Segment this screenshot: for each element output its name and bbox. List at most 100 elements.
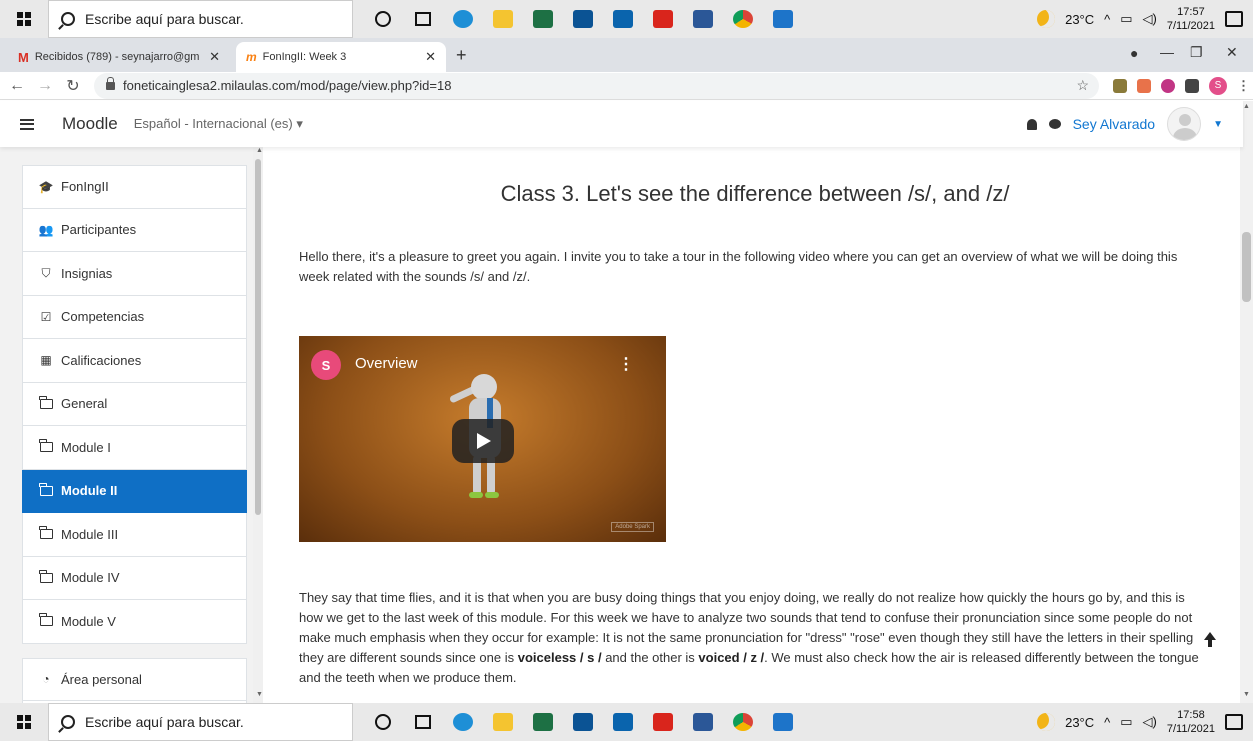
browser-tab-gmail[interactable]: M Recibidos (789) - seynajarro@gm ✕ [8, 42, 230, 72]
drawer-item-label: Module IV [61, 570, 120, 586]
video-title[interactable]: Overview [355, 355, 418, 372]
drawer-item-label: Área personal [61, 671, 142, 687]
drawer-item-general[interactable]: General [22, 382, 247, 426]
extension-owl-icon[interactable] [1113, 78, 1127, 93]
taskbar-search-box[interactable]: Escribe aquí para buscar. [48, 0, 353, 38]
battery-icon[interactable]: ▭ [1120, 11, 1132, 27]
drawer-scroll-thumb[interactable] [255, 159, 261, 515]
drawer-item-course[interactable]: 🎓 FonIngII [22, 165, 247, 209]
drawer-item-dashboard[interactable]: ◔ Área personal [22, 657, 247, 701]
hamburger-menu-icon[interactable] [20, 118, 34, 130]
drawer-item-label: Module V [61, 613, 116, 629]
word-taskbar-button[interactable] [683, 0, 723, 38]
page-scrollbar[interactable]: ▲ ▼ [1240, 101, 1253, 703]
mail-taskbar-button[interactable] [603, 703, 643, 741]
restore-window-button[interactable]: ❐ [1190, 44, 1203, 61]
word-taskbar-button[interactable] [683, 703, 723, 741]
cortana-button[interactable] [363, 703, 403, 741]
weather-temperature[interactable]: 23°C [1065, 715, 1094, 730]
store-taskbar-button[interactable] [563, 0, 603, 38]
acrobat-taskbar-button[interactable] [643, 0, 683, 38]
lock-icon[interactable] [106, 76, 115, 90]
battery-icon[interactable]: ▭ [1120, 714, 1132, 730]
play-button[interactable] [452, 419, 514, 463]
browser-profile-icon[interactable]: ● [1130, 45, 1138, 61]
excel-taskbar-button[interactable] [523, 0, 563, 38]
drawer-item-competencies[interactable]: ☑ Competencias [22, 295, 247, 339]
drawer-item-label: FonIngII [61, 179, 109, 195]
browser-tab-moodle[interactable]: m FonIngII: Week 3 ✕ [236, 42, 446, 72]
speaker-icon[interactable]: ◁) [1143, 11, 1157, 27]
mail-taskbar-button[interactable] [603, 0, 643, 38]
notification-icon[interactable] [1225, 714, 1243, 730]
weather-moon-icon[interactable] [1037, 10, 1056, 28]
drawer-scrollbar[interactable]: ▲ ▼ [253, 147, 263, 703]
drawer-item-participants[interactable]: 👥 Participantes [22, 208, 247, 252]
file-explorer-taskbar-button[interactable] [483, 0, 523, 38]
user-menu-caret-icon[interactable]: ▼ [1213, 119, 1223, 130]
close-window-button[interactable]: ✕ [1226, 44, 1238, 61]
video-more-icon[interactable]: ⋮ [618, 354, 634, 374]
avatar[interactable] [1167, 107, 1202, 141]
address-bar[interactable]: foneticainglesa2.milaulas.com/mod/page/v… [94, 72, 1099, 99]
scroll-down-arrow-icon[interactable]: ▼ [1243, 691, 1250, 698]
notification-icon[interactable] [1225, 11, 1243, 27]
drawer-item-module-1[interactable]: Module I [22, 426, 247, 470]
scroll-up-arrow-icon[interactable]: ▲ [1243, 103, 1250, 110]
photos-taskbar-button[interactable] [763, 0, 803, 38]
chevron-up-icon[interactable]: ^ [1104, 715, 1110, 730]
excel-taskbar-button[interactable] [523, 703, 563, 741]
weather-moon-icon[interactable] [1037, 713, 1056, 731]
taskbar-clock[interactable]: 17:58 7/11/2021 [1167, 708, 1215, 736]
scroll-down-arrow-icon[interactable]: ▼ [256, 691, 263, 698]
drawer-item-module-3[interactable]: Module III [22, 513, 247, 557]
reload-icon[interactable]: ↻ [62, 76, 84, 96]
weather-temperature[interactable]: 23°C [1065, 12, 1094, 27]
site-brand[interactable]: Moodle [62, 114, 118, 134]
drawer-item-module-2[interactable]: Module II [22, 469, 247, 513]
chrome-taskbar-button[interactable] [723, 703, 763, 741]
minimize-window-button[interactable]: — [1160, 44, 1174, 60]
extension-color-icon[interactable] [1161, 78, 1175, 93]
taskbar-clock[interactable]: 17:57 7/11/2021 [1167, 5, 1215, 33]
puzzle-extensions-icon[interactable] [1185, 78, 1199, 93]
extension-hubspot-icon[interactable] [1137, 78, 1151, 93]
task-view-button[interactable] [403, 703, 443, 741]
speaker-icon[interactable]: ◁) [1143, 714, 1157, 730]
back-arrow-icon[interactable]: ← [6, 77, 28, 95]
chrome-menu-icon[interactable]: ⋮ [1237, 78, 1250, 94]
channel-avatar[interactable]: S [311, 350, 341, 380]
messages-icon[interactable] [1048, 119, 1061, 129]
chevron-up-icon[interactable]: ^ [1104, 12, 1110, 27]
drawer-item-grades[interactable]: ▦ Calificaciones [22, 339, 247, 383]
drawer-item-module-4[interactable]: Module IV [22, 556, 247, 600]
acrobat-icon [653, 10, 673, 28]
back-to-top-icon[interactable] [1201, 632, 1219, 650]
drawer-item-badges[interactable]: ⛉ Insignias [22, 252, 247, 296]
store-taskbar-button[interactable] [563, 703, 603, 741]
video-embed[interactable]: S Overview ⋮ Adobe Spark [299, 336, 666, 542]
task-view-button[interactable] [403, 0, 443, 38]
drawer-item-module-5[interactable]: Module V [22, 600, 247, 644]
file-explorer-taskbar-button[interactable] [483, 703, 523, 741]
bookmark-star-icon[interactable]: ☆ [1076, 77, 1089, 94]
close-tab-icon[interactable]: ✕ [425, 49, 436, 65]
forward-arrow-icon[interactable]: → [34, 77, 56, 95]
user-name[interactable]: Sey Alvarado [1073, 116, 1156, 132]
windows-start-button[interactable] [0, 0, 48, 38]
cortana-button[interactable] [363, 0, 403, 38]
page-scroll-thumb[interactable] [1242, 232, 1251, 302]
chrome-taskbar-button[interactable] [723, 0, 763, 38]
close-tab-icon[interactable]: ✕ [209, 49, 220, 65]
edge-taskbar-button[interactable] [443, 0, 483, 38]
edge-taskbar-button[interactable] [443, 703, 483, 741]
language-menu[interactable]: Español - Internacional (es) ▾ [134, 116, 303, 132]
bell-icon[interactable] [1026, 118, 1037, 130]
new-tab-button[interactable]: + [456, 45, 467, 66]
acrobat-taskbar-button[interactable] [643, 703, 683, 741]
taskbar-search-box[interactable]: Escribe aquí para buscar. [48, 703, 353, 741]
scroll-up-arrow-icon[interactable]: ▲ [256, 147, 263, 154]
chrome-profile-avatar[interactable]: S [1209, 76, 1227, 95]
photos-taskbar-button[interactable] [763, 703, 803, 741]
windows-start-button[interactable] [0, 703, 48, 741]
